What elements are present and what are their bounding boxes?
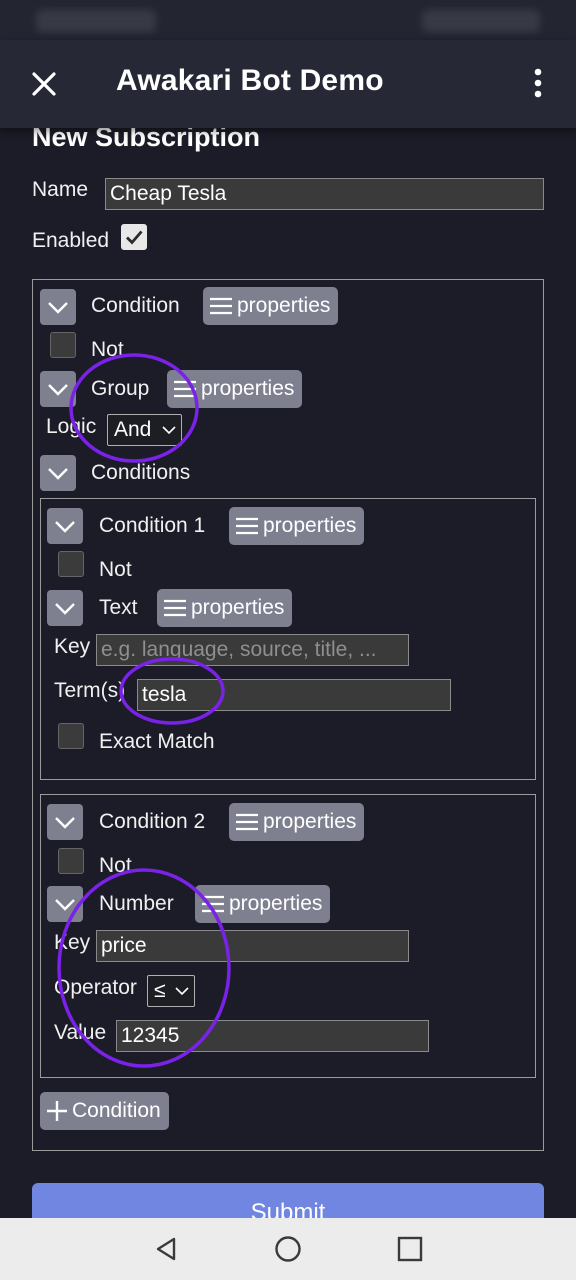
close-icon[interactable] (26, 66, 62, 102)
properties-label: properties (263, 810, 357, 833)
number-type-label: Number (99, 892, 174, 915)
add-condition-button[interactable]: Condition (40, 1092, 169, 1130)
collapse-group-button[interactable] (40, 371, 76, 407)
add-condition-label: Condition (72, 1099, 161, 1122)
condition-2-properties-button[interactable]: properties (229, 803, 365, 841)
logic-label: Logic (46, 415, 97, 438)
submit-button[interactable]: Submit (32, 1183, 544, 1218)
condition-properties-button[interactable]: properties (203, 287, 339, 325)
conditions-label: Conditions (91, 461, 191, 484)
text-properties-button[interactable]: properties (157, 589, 293, 627)
collapse-number-button[interactable] (47, 886, 83, 922)
terms-input[interactable]: tesla (137, 679, 451, 711)
condition-2-not-checkbox[interactable] (58, 848, 84, 874)
properties-label: properties (229, 892, 323, 915)
menu-icon (164, 599, 186, 617)
collapse-conditions-button[interactable] (40, 455, 76, 491)
more-vert-icon[interactable] (526, 66, 550, 102)
condition-1-properties-button[interactable]: properties (229, 507, 365, 545)
app-title: Awakari Bot Demo (116, 64, 384, 97)
status-bar (0, 0, 576, 40)
group-label: Group (91, 377, 150, 400)
value-input[interactable]: 12345 (116, 1020, 429, 1052)
condition-1-key-input[interactable]: e.g. language, source, title, ... (96, 634, 409, 666)
group-properties-button[interactable]: properties (167, 370, 303, 408)
operator-select[interactable]: ≤ (147, 975, 195, 1007)
value-label: Value (54, 1021, 107, 1044)
collapse-condition-1-button[interactable] (47, 508, 83, 544)
properties-label: properties (263, 514, 357, 537)
logic-value: And (114, 418, 152, 441)
not-label: Not (91, 338, 124, 361)
enabled-label: Enabled (32, 229, 110, 252)
name-field[interactable]: Cheap Tesla (105, 178, 544, 210)
page-title: New Subscription (32, 128, 261, 152)
terms-label: Term(s) (54, 679, 126, 702)
exact-match-checkbox[interactable] (58, 723, 84, 749)
condition-1-key-label: Key (54, 635, 91, 658)
plus-icon (47, 1101, 67, 1121)
condition-label: Condition (91, 294, 180, 317)
operator-label: Operator (54, 976, 137, 999)
condition-2-not-label: Not (99, 854, 132, 877)
number-properties-button[interactable]: properties (195, 885, 331, 923)
properties-label: properties (191, 596, 285, 619)
menu-icon (202, 895, 224, 913)
condition-1-title: Condition 1 (99, 514, 206, 537)
text-type-label: Text (99, 596, 138, 619)
home-icon[interactable] (274, 1235, 302, 1263)
condition-2-key-label: Key (54, 931, 91, 954)
properties-label: properties (201, 377, 295, 400)
menu-icon (236, 517, 258, 535)
logic-select[interactable]: And (107, 414, 182, 446)
back-icon[interactable] (152, 1235, 180, 1263)
recents-icon[interactable] (396, 1235, 424, 1263)
collapse-condition-button[interactable] (40, 289, 76, 325)
not-checkbox[interactable] (50, 332, 76, 358)
collapse-text-button[interactable] (47, 590, 83, 626)
menu-icon (236, 813, 258, 831)
chevron-down-icon (175, 987, 189, 996)
menu-icon (210, 297, 232, 315)
properties-label: properties (237, 294, 331, 317)
condition-1-not-checkbox[interactable] (58, 551, 84, 577)
app-bar: Awakari Bot Demo (0, 40, 576, 128)
chevron-down-icon (162, 426, 176, 435)
menu-icon (174, 380, 196, 398)
condition-1-not-label: Not (99, 558, 132, 581)
exact-match-label: Exact Match (99, 730, 215, 753)
condition-2-title: Condition 2 (99, 810, 206, 833)
collapse-condition-2-button[interactable] (47, 804, 83, 840)
form-content[interactable]: New Subscription Name Cheap Tesla Enable… (0, 128, 576, 1218)
status-icons-right (422, 10, 540, 32)
navigation-bar (0, 1218, 576, 1280)
condition-2-key-input[interactable]: price (96, 930, 409, 962)
enabled-checkbox[interactable] (121, 224, 147, 250)
operator-value: ≤ (154, 979, 166, 1002)
status-icons-left (36, 10, 156, 32)
name-label: Name (32, 178, 89, 201)
